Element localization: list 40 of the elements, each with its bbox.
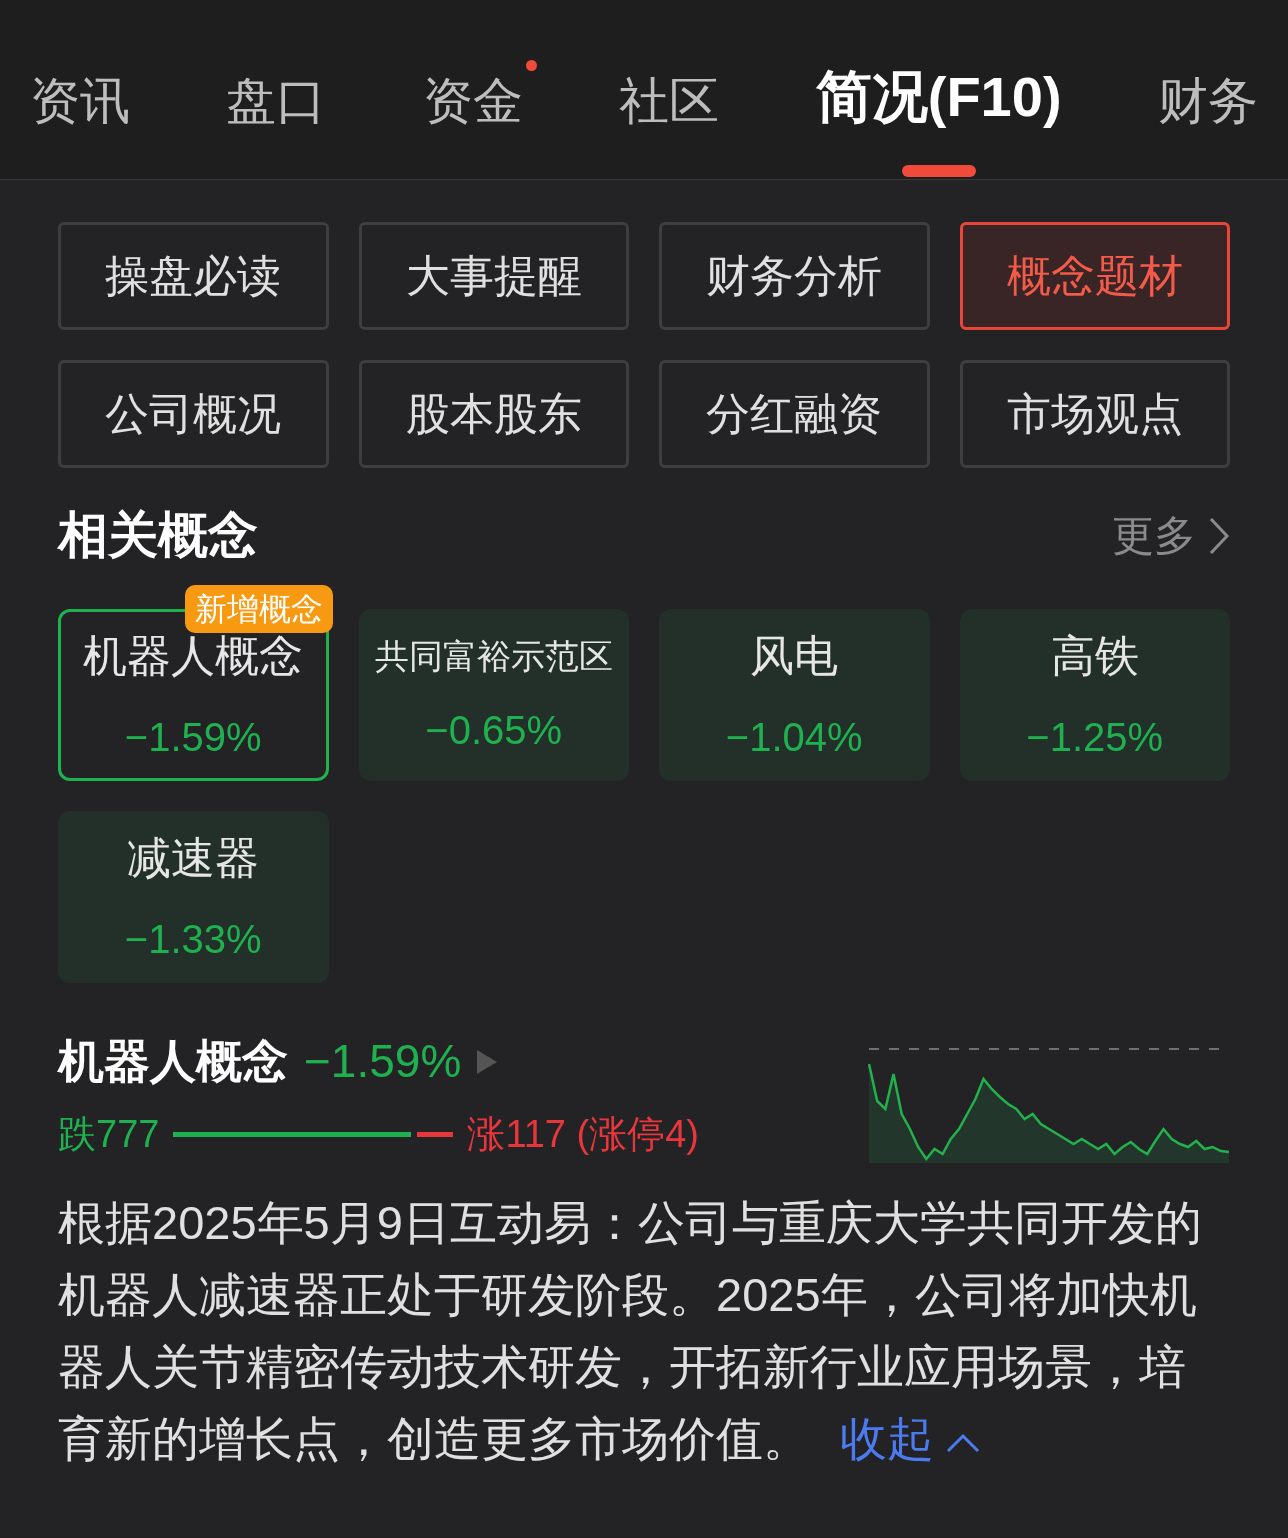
concept-card[interactable]: 共同富裕示范区 −0.65% <box>358 609 629 781</box>
tab[interactable]: 社区 <box>619 64 720 179</box>
concept-change: −1.33% <box>124 916 262 963</box>
tab[interactable]: 简况(F10) <box>815 55 1062 179</box>
concept-title: 机器人概念 <box>58 1034 288 1089</box>
collapse-link[interactable]: 收起 <box>840 1412 980 1465</box>
tab[interactable]: 资讯 <box>30 64 130 179</box>
fall-count: 跌777 <box>58 1112 160 1157</box>
concept-card[interactable]: 风电 −1.04% <box>659 609 930 781</box>
section-button[interactable]: 市场观点 <box>959 360 1230 468</box>
more-link[interactable]: 更多 <box>1112 504 1230 567</box>
section-button[interactable]: 公司概况 <box>58 360 329 468</box>
concept-change: −1.25% <box>1026 714 1164 761</box>
concept-name: 高铁 <box>1050 630 1139 682</box>
play-icon[interactable] <box>477 1049 498 1074</box>
section-button[interactable]: 股本股东 <box>358 360 629 468</box>
concept-name: 风电 <box>750 630 839 682</box>
rise-count: 涨117 (涨停4) <box>467 1112 699 1157</box>
tab[interactable]: 资金 <box>422 64 523 179</box>
section-button[interactable]: 大事提醒 <box>358 222 629 330</box>
concept-name: 减速器 <box>127 832 260 884</box>
concept-name: 机器人概念 <box>83 630 304 682</box>
section-button[interactable]: 操盘必读 <box>58 222 329 330</box>
section-button[interactable]: 财务分析 <box>659 222 930 330</box>
new-badge: 新增概念 <box>184 585 333 633</box>
tab[interactable]: 盘口 <box>226 64 327 179</box>
concept-card[interactable]: 减速器 −1.33% <box>58 811 329 983</box>
tab[interactable]: 财务 <box>1158 64 1258 179</box>
section-title: 相关概念 <box>58 506 258 565</box>
chevron-right-icon <box>1208 515 1230 556</box>
concept-change: −1.59% <box>304 1034 462 1089</box>
section-button[interactable]: 分红融资 <box>659 360 930 468</box>
chevron-up-icon <box>946 1432 980 1453</box>
section-button[interactable]: 概念题材 <box>959 222 1230 330</box>
concept-card[interactable]: 高铁 −1.25% <box>959 609 1230 781</box>
concept-name: 共同富裕示范区 <box>374 635 613 677</box>
concept-change: −1.59% <box>124 714 262 761</box>
concept-change: −0.65% <box>425 706 563 754</box>
concept-description: 根据2025年5月9日互动易：公司与重庆大学共同开发的机器人减速器正处于研发阶段。2025年，公司将加快机器人关节精密传动技术研发，开拓新行业应用场景，培育新的增长点，创造更多市场价值。 收起 <box>58 1195 1203 1467</box>
concept-change: −1.04% <box>725 714 863 761</box>
